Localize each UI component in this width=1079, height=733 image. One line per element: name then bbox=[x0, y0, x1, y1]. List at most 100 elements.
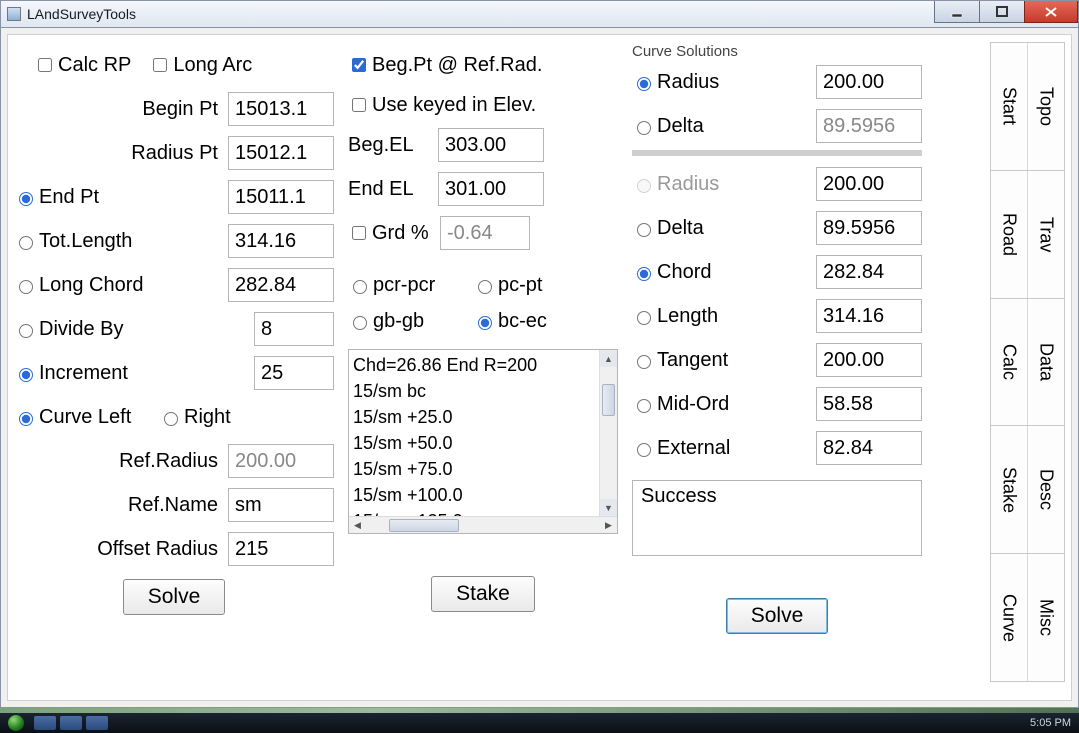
maximize-button[interactable] bbox=[979, 1, 1025, 23]
end-el-input[interactable] bbox=[438, 172, 544, 206]
tab-data-calc[interactable]: Calc Data bbox=[990, 298, 1065, 427]
end-el-label: End EL bbox=[348, 178, 438, 201]
list-item[interactable]: Chd=26.86 End R=200 bbox=[353, 352, 613, 378]
pinned-app-icon[interactable] bbox=[34, 716, 56, 730]
radius1-radio[interactable] bbox=[637, 77, 651, 91]
list-item[interactable]: 15/sm bc bbox=[353, 378, 613, 404]
start-orb-icon[interactable] bbox=[8, 715, 24, 731]
tab-misc[interactable]: Misc bbox=[1027, 554, 1064, 681]
tab-calc[interactable]: Calc bbox=[991, 299, 1027, 426]
tot-length-input[interactable] bbox=[228, 224, 334, 258]
divide-by-input[interactable] bbox=[254, 312, 334, 346]
close-button[interactable] bbox=[1024, 1, 1078, 23]
tab-curve[interactable]: Curve bbox=[991, 554, 1027, 681]
chord-radio[interactable] bbox=[637, 267, 651, 281]
tab-misc-curve[interactable]: Curve Misc bbox=[990, 553, 1065, 682]
scroll-up-icon[interactable]: ▲ bbox=[600, 350, 617, 367]
vertical-scrollbar[interactable]: ▲ ▼ bbox=[599, 350, 617, 516]
radius1-label: Radius bbox=[657, 71, 816, 94]
beg-at-refrad-checkbox[interactable] bbox=[352, 58, 366, 72]
taskbar[interactable]: 5:05 PM bbox=[0, 713, 1079, 733]
calc-rp-label: Calc RP bbox=[58, 54, 131, 77]
long-chord-input[interactable] bbox=[228, 268, 334, 302]
scroll-right-icon[interactable]: ▶ bbox=[600, 520, 617, 531]
midord-radio[interactable] bbox=[637, 399, 651, 413]
left-column: Calc RP Long Arc Begin Pt Radius Pt bbox=[14, 43, 334, 682]
gb-gb-radio[interactable] bbox=[353, 316, 367, 330]
beg-el-label: Beg.EL bbox=[348, 134, 438, 157]
scroll-thumb[interactable] bbox=[602, 384, 615, 416]
tab-trav-road[interactable]: Road Trav bbox=[990, 170, 1065, 299]
length-radio[interactable] bbox=[637, 311, 651, 325]
solve-right-button[interactable]: Solve bbox=[726, 598, 829, 634]
title-bar[interactable]: LAndSurveyTools bbox=[0, 0, 1079, 28]
tab-desc-stake[interactable]: Stake Desc bbox=[990, 425, 1065, 554]
tab-road[interactable]: Road bbox=[991, 171, 1027, 298]
tab-desc[interactable]: Desc bbox=[1027, 426, 1064, 553]
external-radio[interactable] bbox=[637, 443, 651, 457]
stake-button[interactable]: Stake bbox=[431, 576, 535, 612]
pinned-app-icon[interactable] bbox=[86, 716, 108, 730]
tab-topo-start[interactable]: Start Topo bbox=[990, 42, 1065, 171]
end-pt-radio[interactable] bbox=[19, 192, 33, 206]
tab-stake[interactable]: Stake bbox=[991, 426, 1027, 553]
use-keyed-elev-checkbox[interactable] bbox=[352, 98, 366, 112]
bc-ec-label: bc-ec bbox=[498, 310, 547, 333]
pinned-app-icon[interactable] bbox=[60, 716, 82, 730]
scroll-down-icon[interactable]: ▼ bbox=[600, 499, 617, 516]
list-item[interactable]: 15/sm +25.0 bbox=[353, 404, 613, 430]
horizontal-scrollbar[interactable]: ◀ ▶ bbox=[349, 516, 617, 533]
increment-radio[interactable] bbox=[19, 368, 33, 382]
grd-checkbox[interactable] bbox=[352, 226, 366, 240]
tangent-input[interactable] bbox=[816, 343, 922, 377]
list-item[interactable]: 15/sm +75.0 bbox=[353, 456, 613, 482]
solve-left-button[interactable]: Solve bbox=[123, 579, 226, 615]
external-input[interactable] bbox=[816, 431, 922, 465]
long-chord-radio[interactable] bbox=[19, 280, 33, 294]
divide-by-radio[interactable] bbox=[19, 324, 33, 338]
curve-right-radio[interactable] bbox=[164, 412, 178, 426]
curve-left-label: Curve Left bbox=[39, 406, 159, 429]
use-keyed-elev-label: Use keyed in Elev. bbox=[372, 94, 536, 117]
delta2-radio[interactable] bbox=[637, 223, 651, 237]
long-arc-checkbox[interactable] bbox=[153, 58, 167, 72]
tangent-radio[interactable] bbox=[637, 355, 651, 369]
chord-input[interactable] bbox=[816, 255, 922, 289]
end-pt-input[interactable] bbox=[228, 180, 334, 214]
offset-radius-input[interactable] bbox=[228, 532, 334, 566]
tab-topo[interactable]: Topo bbox=[1027, 43, 1064, 170]
list-item[interactable]: 15/sm +50.0 bbox=[353, 430, 613, 456]
scroll-left-icon[interactable]: ◀ bbox=[349, 520, 366, 531]
beg-el-input[interactable] bbox=[438, 128, 544, 162]
tab-data[interactable]: Data bbox=[1027, 299, 1064, 426]
ref-radius-input bbox=[228, 444, 334, 478]
curve-left-radio[interactable] bbox=[19, 412, 33, 426]
tab-start[interactable]: Start bbox=[991, 43, 1027, 170]
client-area: Calc RP Long Arc Begin Pt Radius Pt bbox=[0, 28, 1079, 708]
tot-length-radio[interactable] bbox=[19, 236, 33, 250]
calc-rp-checkbox[interactable] bbox=[38, 58, 52, 72]
stake-listbox[interactable]: Chd=26.86 End R=200 15/sm bc 15/sm +25.0… bbox=[348, 349, 618, 534]
increment-input[interactable] bbox=[254, 356, 334, 390]
pc-pt-radio[interactable] bbox=[478, 280, 492, 294]
radius2-input[interactable] bbox=[816, 167, 922, 201]
taskbar-clock[interactable]: 5:05 PM bbox=[1030, 717, 1071, 729]
midord-input[interactable] bbox=[816, 387, 922, 421]
length-input[interactable] bbox=[816, 299, 922, 333]
gb-gb-label: gb-gb bbox=[373, 310, 473, 333]
bc-ec-radio[interactable] bbox=[478, 316, 492, 330]
list-item[interactable]: 15/sm +100.0 bbox=[353, 482, 613, 508]
ref-name-input[interactable] bbox=[228, 488, 334, 522]
scroll-hthumb[interactable] bbox=[389, 519, 459, 532]
radius1-input[interactable] bbox=[816, 65, 922, 99]
delta1-radio[interactable] bbox=[637, 121, 651, 135]
delta2-input[interactable] bbox=[816, 211, 922, 245]
pcr-pcr-radio[interactable] bbox=[353, 280, 367, 294]
curve-right-label: Right bbox=[184, 406, 231, 429]
radius-pt-input[interactable] bbox=[228, 136, 334, 170]
chord-label: Chord bbox=[657, 261, 816, 284]
ref-radius-label: Ref.Radius bbox=[14, 450, 228, 473]
begin-pt-input[interactable] bbox=[228, 92, 334, 126]
minimize-button[interactable] bbox=[934, 1, 980, 23]
tab-trav[interactable]: Trav bbox=[1027, 171, 1064, 298]
